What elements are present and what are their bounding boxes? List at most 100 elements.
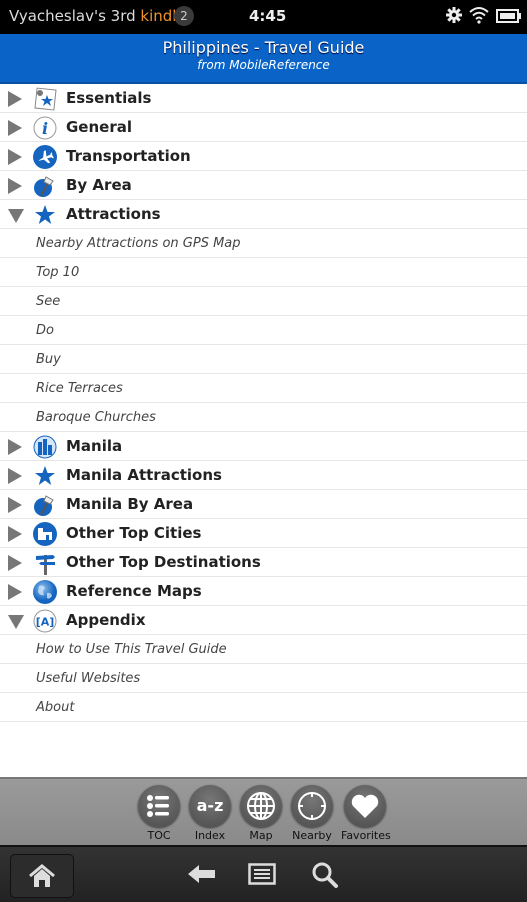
toc-item-label: Other Top Destinations: [66, 553, 261, 571]
toc-subitem-rice-terraces[interactable]: Rice Terraces: [0, 374, 527, 403]
expand-arrow-icon[interactable]: [8, 468, 22, 484]
toc-subitem-label: Do: [36, 323, 54, 338]
expand-arrow-icon[interactable]: [8, 497, 22, 513]
toc-item-general[interactable]: i General: [0, 113, 527, 142]
essentials-icon: [33, 87, 57, 111]
star-icon: [33, 203, 57, 227]
device-name: Vyacheslav's 3rd kindle: [9, 7, 186, 25]
notification-badge[interactable]: 2: [174, 6, 194, 26]
app-header: Philippines - Travel Guide from MobileRe…: [0, 34, 527, 84]
heart-icon: [351, 794, 379, 818]
toc-subitem-label: Useful Websites: [36, 671, 141, 686]
toc-button[interactable]: TOC: [135, 785, 183, 842]
expand-arrow-icon[interactable]: [8, 584, 22, 600]
expand-arrow-icon[interactable]: [8, 178, 22, 194]
index-label: Index: [194, 829, 226, 842]
toc-item-label: Manila Attractions: [66, 466, 222, 484]
info-icon: i: [33, 116, 57, 140]
home-button[interactable]: [10, 854, 74, 898]
toc-item-label: Reference Maps: [66, 582, 202, 600]
toc-item-label: Other Top Cities: [66, 524, 202, 542]
gear-icon[interactable]: [445, 6, 463, 24]
expand-arrow-icon[interactable]: [8, 91, 22, 107]
toc-subitem-label: Nearby Attractions on GPS Map: [36, 236, 241, 251]
toc-item-other-top-destinations[interactable]: Other Top Destinations: [0, 548, 527, 577]
wifi-icon[interactable]: [469, 6, 489, 24]
toc-item-by-area[interactable]: By Area: [0, 171, 527, 200]
toc-subitem-label: Rice Terraces: [36, 381, 123, 396]
battery-icon[interactable]: [496, 9, 522, 23]
toc-list: Essentials i General Transportation By Area A…: [0, 84, 527, 722]
toc-subitem-do[interactable]: Do: [0, 316, 527, 345]
toc-item-other-top-cities[interactable]: Other Top Cities: [0, 519, 527, 548]
toc-item-attractions[interactable]: Attractions: [0, 200, 527, 229]
toc-subitem-label: How to Use This Travel Guide: [36, 642, 227, 657]
page-title: Philippines - Travel Guide: [162, 38, 365, 57]
toc-label: TOC: [147, 829, 171, 842]
favorites-label: Favorites: [341, 829, 391, 842]
appendix-icon: [A]: [33, 609, 57, 633]
expand-arrow-icon[interactable]: [8, 149, 22, 165]
toc-subitem-nearby-attractions-on-gps-map[interactable]: Nearby Attractions on GPS Map: [0, 229, 527, 258]
toc-item-label: General: [66, 118, 132, 136]
toc-subitem-baroque-churches[interactable]: Baroque Churches: [0, 403, 527, 432]
home-icon: [29, 864, 55, 887]
favorites-button[interactable]: Favorites: [341, 785, 391, 842]
pushpin-icon: [33, 174, 57, 198]
globe-icon: [33, 580, 57, 604]
expand-arrow-icon[interactable]: [8, 555, 22, 571]
toc-item-label: Manila: [66, 437, 123, 455]
toc-subitem-how-to-use-this-travel-guide[interactable]: How to Use This Travel Guide: [0, 635, 527, 664]
nearby-label: Nearby: [292, 829, 332, 842]
menu-icon[interactable]: [248, 863, 276, 885]
toc-subitem-label: Top 10: [36, 265, 80, 280]
system-nav-bar: [0, 845, 527, 902]
toc-item-label: Appendix: [66, 611, 146, 629]
list-icon: [147, 795, 169, 817]
toc-item-label: Manila By Area: [66, 495, 194, 513]
index-button[interactable]: a-z Index: [186, 785, 234, 842]
bottom-toolbar: TOC a-z Index Map Nearby Favorites: [0, 777, 527, 845]
toc-item-label: Transportation: [66, 147, 191, 165]
collapse-arrow-icon[interactable]: [8, 209, 24, 223]
expand-arrow-icon[interactable]: [8, 526, 22, 542]
airplane-icon: [33, 145, 57, 169]
toc-item-essentials[interactable]: Essentials: [0, 84, 527, 113]
globe-grid-icon: [247, 792, 275, 820]
a-z-icon: a-z: [196, 796, 224, 815]
toc-item-transportation[interactable]: Transportation: [0, 142, 527, 171]
back-icon[interactable]: [187, 863, 217, 885]
map-label: Map: [249, 829, 273, 842]
toc-item-manila[interactable]: Manila: [0, 432, 527, 461]
expand-arrow-icon[interactable]: [8, 439, 22, 455]
nearby-button[interactable]: Nearby: [288, 785, 336, 842]
city-icon: [33, 435, 57, 459]
toc-item-manila-attractions[interactable]: Manila Attractions: [0, 461, 527, 490]
toc-subitem-useful-websites[interactable]: Useful Websites: [0, 664, 527, 693]
status-bar: Vyacheslav's 3rd kindle 2 4:45: [0, 0, 527, 34]
buildings-icon: [33, 522, 57, 546]
toc-subitem-see[interactable]: See: [0, 287, 527, 316]
page-subtitle: from MobileReference: [197, 58, 330, 72]
toc-item-label: Attractions: [66, 205, 161, 223]
toc-subitem-about[interactable]: About: [0, 693, 527, 722]
toc-item-appendix[interactable]: [A] Appendix: [0, 606, 527, 635]
map-button[interactable]: Map: [237, 785, 285, 842]
crosshair-icon: [298, 792, 326, 820]
signpost-icon: [33, 551, 57, 575]
toc-subitem-top-10[interactable]: Top 10: [0, 258, 527, 287]
toc-subitem-label: Buy: [36, 352, 61, 367]
toc-item-label: By Area: [66, 176, 132, 194]
pushpin-icon: [33, 493, 57, 517]
search-icon[interactable]: [311, 861, 339, 889]
collapse-arrow-icon[interactable]: [8, 615, 24, 629]
toc-item-manila-by-area[interactable]: Manila By Area: [0, 490, 527, 519]
toc-subitem-buy[interactable]: Buy: [0, 345, 527, 374]
svg-text:[A]: [A]: [36, 616, 55, 629]
toc-item-label: Essentials: [66, 89, 152, 107]
clock: 4:45: [249, 7, 287, 25]
toc-item-reference-maps[interactable]: Reference Maps: [0, 577, 527, 606]
expand-arrow-icon[interactable]: [8, 120, 22, 136]
toc-subitem-label: See: [36, 294, 61, 309]
toc-subitem-label: About: [36, 700, 75, 715]
